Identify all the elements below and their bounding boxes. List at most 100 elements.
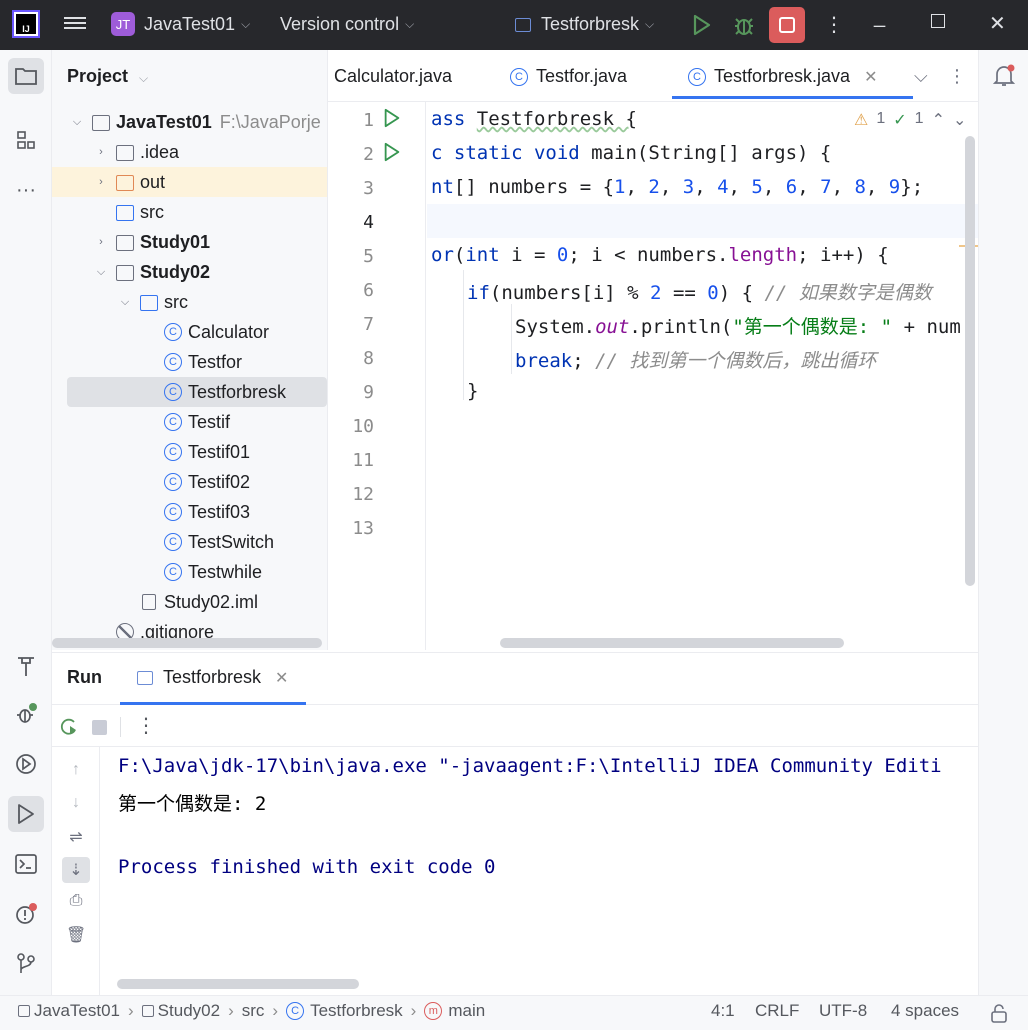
structure-tool-icon[interactable] xyxy=(8,122,44,158)
tab-testfor[interactable]: C Testfor.java xyxy=(510,66,627,87)
console-horizontal-scrollbar[interactable] xyxy=(117,979,359,989)
chevron-down-icon[interactable]: ⌵ xyxy=(118,296,132,309)
run-icon[interactable] xyxy=(692,14,712,36)
build-tool-icon[interactable] xyxy=(8,648,44,684)
code-line-3[interactable]: nt[] numbers = {1, 2, 3, 4, 5, 6, 7, 8, … xyxy=(431,176,923,198)
chevron-right-icon[interactable]: › xyxy=(94,176,108,188)
minimize-button[interactable]: _ xyxy=(874,6,885,29)
breadcrumb-item[interactable]: JavaTest01 xyxy=(34,1001,120,1021)
tree-item-study02-iml[interactable]: Study02.iml xyxy=(52,587,327,617)
code-line-8[interactable]: break; // 找到第一个偶数后，跳出循环 xyxy=(515,346,876,373)
intellij-logo-icon[interactable]: IJ xyxy=(12,10,40,38)
run-config-name: Testforbresk xyxy=(541,14,640,34)
tab-calculator[interactable]: Calculator.java xyxy=(334,66,452,87)
tree-item-label: .idea xyxy=(140,141,180,162)
lock-icon[interactable] xyxy=(990,1003,1008,1023)
tree-item-testswitch[interactable]: C TestSwitch xyxy=(52,527,327,557)
indent-setting[interactable]: 4 spaces xyxy=(891,1001,959,1021)
tree-item-idea[interactable]: › .idea xyxy=(52,137,327,167)
project-switcher[interactable]: JavaTest01 ⌵ xyxy=(144,14,250,35)
notifications-icon[interactable] xyxy=(993,64,1015,88)
tree-item-javatest01[interactable]: ⌵ JavaTest01 F:\JavaPorje xyxy=(52,107,327,137)
print-icon[interactable]: ⎙ xyxy=(66,892,86,912)
code-line-7[interactable]: System.out.println("第一个偶数是: " + num xyxy=(515,312,961,339)
cursor-position[interactable]: 4:1 xyxy=(711,1001,735,1021)
tree-item-testif[interactable]: C Testif xyxy=(52,407,327,437)
maximize-button[interactable] xyxy=(931,14,945,28)
chevron-right-icon[interactable]: › xyxy=(94,146,108,158)
project-horizontal-scrollbar[interactable] xyxy=(52,638,322,648)
tree-item-study02[interactable]: ⌵ Study02 xyxy=(52,257,327,287)
vcs-menu[interactable]: Version control ⌵ xyxy=(280,14,414,35)
chevron-down-icon[interactable]: ⌄ xyxy=(953,110,966,130)
breadcrumb-item[interactable]: Study02 xyxy=(158,1001,220,1021)
scroll-to-end-icon[interactable]: ⇣ xyxy=(62,857,90,883)
code-line-6[interactable]: if(numbers[i] % 2 == 0) { // 如果数字是偶数 xyxy=(467,278,932,305)
editor-horizontal-scrollbar[interactable] xyxy=(500,638,844,648)
tree-item-testfor[interactable]: C Testfor xyxy=(52,347,327,377)
line-separator[interactable]: CRLF xyxy=(755,1001,799,1021)
tab-testforbresk[interactable]: C Testforbresk.java ✕ xyxy=(671,66,915,99)
more-tools-icon[interactable]: ··· xyxy=(8,172,44,208)
trash-icon[interactable]: 🗑 xyxy=(66,925,86,945)
tree-item-study01[interactable]: › Study01 xyxy=(52,227,327,257)
debug-tool-icon[interactable] xyxy=(8,696,44,732)
tree-item-testif01[interactable]: C Testif01 xyxy=(52,437,327,467)
method-icon: m xyxy=(424,1002,443,1020)
tree-item-src[interactable]: src xyxy=(52,197,327,227)
code-token: + num xyxy=(892,316,961,338)
project-panel-title[interactable]: Project ⌵ xyxy=(67,66,148,87)
arrow-down-icon[interactable]: ↓ xyxy=(66,794,86,814)
run-gutter-icon[interactable] xyxy=(382,142,402,162)
project-tool-icon[interactable] xyxy=(8,58,44,94)
close-tab-icon[interactable]: ✕ xyxy=(864,67,877,87)
project-badge[interactable]: JT xyxy=(111,12,135,36)
code-token: [] numbers = { xyxy=(453,176,615,198)
inspection-widget[interactable]: ⚠ 1 ✓ 1 ⌃ ⌄ xyxy=(854,110,966,130)
file-encoding[interactable]: UTF-8 xyxy=(819,1001,867,1021)
chevron-up-icon[interactable]: ⌃ xyxy=(932,110,945,130)
soft-wrap-icon[interactable]: ⇌ xyxy=(66,827,86,847)
editor-vertical-scrollbar[interactable] xyxy=(965,136,975,586)
chevron-right-icon: › xyxy=(410,1001,417,1020)
breadcrumb-item[interactable]: Testforbresk xyxy=(310,1001,403,1021)
code-line-1[interactable]: ass Testforbresk { xyxy=(431,108,637,130)
more-options-icon[interactable]: ⋮ xyxy=(136,713,156,738)
tree-item-testwhile[interactable]: C Testwhile xyxy=(52,557,327,587)
stop-button[interactable] xyxy=(769,7,805,43)
run-gutter-icon[interactable] xyxy=(382,108,402,128)
tab-list-chevron-down-icon[interactable]: ⌵ xyxy=(914,66,928,87)
tree-item-label: Study02 xyxy=(140,261,211,282)
tree-item-testif02[interactable]: C Testif02 xyxy=(52,467,327,497)
close-tab-icon[interactable]: ✕ xyxy=(275,668,288,688)
tree-item-out[interactable]: › out xyxy=(52,167,327,197)
code-line-2[interactable]: c static void main(String[] args) { xyxy=(431,142,831,164)
tab-more-icon[interactable]: ⋮ xyxy=(948,66,966,87)
chevron-right-icon[interactable]: › xyxy=(94,236,108,248)
arrow-up-icon[interactable]: ↑ xyxy=(66,761,86,781)
tree-item-study02-src[interactable]: ⌵ src xyxy=(52,287,327,317)
line-number: 13 xyxy=(352,518,374,539)
chevron-down-icon[interactable]: ⌵ xyxy=(70,116,84,129)
tree-item-calculator[interactable]: C Calculator xyxy=(52,317,327,347)
code-line-5[interactable]: or(int i = 0; i < numbers.length; i++) { xyxy=(431,244,889,266)
main-menu-icon[interactable] xyxy=(64,14,86,34)
more-actions-icon[interactable]: ⋮ xyxy=(824,12,844,37)
chevron-down-icon[interactable]: ⌵ xyxy=(94,266,108,279)
tree-item-testif03[interactable]: C Testif03 xyxy=(52,497,327,527)
terminal-tool-icon[interactable] xyxy=(8,846,44,882)
stop-icon[interactable] xyxy=(92,720,107,735)
breadcrumb-item[interactable]: src xyxy=(242,1001,265,1021)
tree-item-testforbresk[interactable]: C Testforbresk xyxy=(67,377,327,407)
rerun-icon[interactable] xyxy=(58,717,80,737)
run-tab-testforbresk[interactable]: Testforbresk ✕ xyxy=(137,667,288,688)
services-tool-icon[interactable] xyxy=(8,746,44,782)
code-line-9[interactable]: } xyxy=(467,380,478,402)
breadcrumb-item[interactable]: main xyxy=(448,1001,485,1021)
git-tool-icon[interactable] xyxy=(8,946,44,982)
debug-icon[interactable] xyxy=(733,13,755,37)
run-config-selector[interactable]: Testforbresk ⌵ xyxy=(515,14,654,35)
problems-tool-icon[interactable] xyxy=(8,896,44,932)
close-window-button[interactable]: ✕ xyxy=(989,11,1006,36)
run-tool-icon[interactable] xyxy=(8,796,44,832)
